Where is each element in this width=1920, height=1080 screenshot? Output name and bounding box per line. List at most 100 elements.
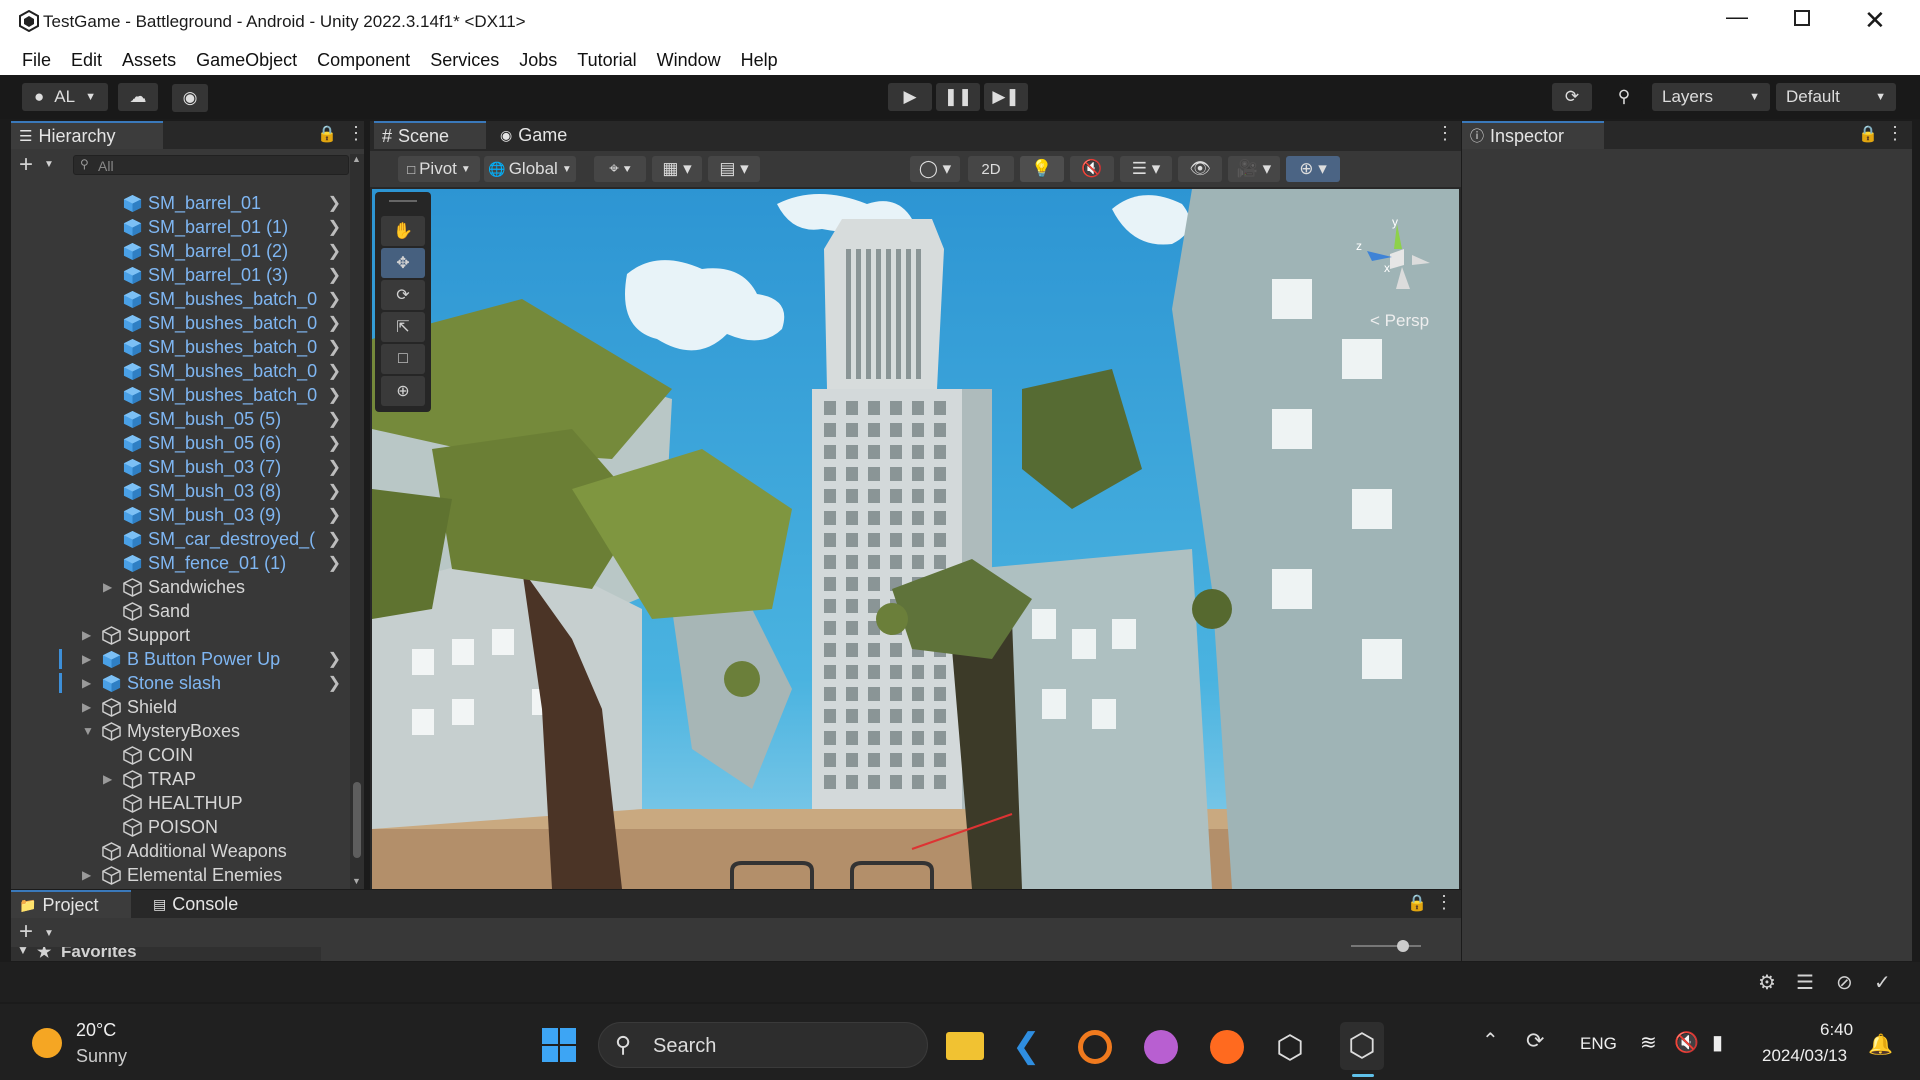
weather-temp[interactable]: 20°C — [76, 1020, 116, 1041]
chevron-right-icon[interactable]: ❯ — [328, 361, 341, 381]
hierarchy-item[interactable]: SM_bushes_batch_0 ❯ — [11, 359, 351, 383]
chevron-right-icon[interactable]: ❯ — [328, 529, 341, 549]
tab-hierarchy[interactable]: ☰ Hierarchy — [11, 121, 163, 149]
chevron-right-icon[interactable]: ❯ — [328, 313, 341, 333]
maximize-button[interactable] — [1794, 10, 1810, 26]
2d-toggle[interactable]: 2D — [968, 156, 1014, 182]
file-explorer-icon[interactable] — [946, 1032, 984, 1060]
fold-collapsed-icon[interactable]: ▶ — [82, 628, 91, 642]
close-button[interactable]: ✕ — [1864, 5, 1886, 36]
hierarchy-item[interactable]: ▶ TRAP — [11, 767, 351, 791]
chevron-right-icon[interactable]: ❯ — [328, 457, 341, 477]
hierarchy-item[interactable]: HEALTHUP — [11, 791, 351, 815]
hierarchy-item[interactable]: SM_bushes_batch_0 ❯ — [11, 287, 351, 311]
taskbar-search[interactable]: ⚲ Search — [598, 1022, 928, 1068]
fold-expanded-icon[interactable]: ▼ — [82, 724, 94, 738]
chevron-right-icon[interactable]: ❯ — [328, 673, 341, 693]
hand-tool-button[interactable]: ✋ — [381, 216, 425, 246]
scroll-thumb[interactable] — [353, 782, 361, 858]
increment-snap-button[interactable]: ▦ ▾ — [652, 156, 702, 182]
hierarchy-item[interactable]: SM_bush_03 (7) ❯ — [11, 455, 351, 479]
tab-project[interactable]: 📁 Project — [11, 890, 131, 918]
sync-icon[interactable]: ⟳ — [1526, 1028, 1544, 1054]
chevron-right-icon[interactable]: ❯ — [328, 433, 341, 453]
lock-icon[interactable]: 🔒 — [1858, 124, 1878, 144]
menu-file[interactable]: File — [12, 46, 61, 75]
history-button[interactable]: ⟳ — [1552, 83, 1592, 111]
more-icon[interactable]: ⋮ — [1886, 123, 1904, 144]
fold-collapsed-icon[interactable]: ▶ — [82, 652, 91, 666]
notification-bell-icon[interactable]: 🔔 — [1868, 1032, 1893, 1057]
clock-time[interactable]: 6:40 — [1820, 1020, 1853, 1040]
hierarchy-item[interactable]: SM_bush_03 (8) ❯ — [11, 479, 351, 503]
hierarchy-item[interactable]: SM_barrel_01 (1) ❯ — [11, 215, 351, 239]
tab-inspector[interactable]: ⓘ Inspector — [1462, 121, 1604, 149]
add-icon[interactable]: + — [19, 151, 33, 179]
grid-snap-button[interactable]: ⌖ ▾ — [594, 156, 646, 182]
hierarchy-item[interactable]: SM_bush_05 (6) ❯ — [11, 431, 351, 455]
add-icon[interactable]: + — [19, 918, 33, 946]
scrollbar[interactable]: ▲ ▼ — [350, 154, 364, 889]
chevron-right-icon[interactable]: ❯ — [328, 481, 341, 501]
drag-handle[interactable] — [389, 200, 417, 202]
hierarchy-item[interactable]: SM_car_destroyed_(❯ — [11, 527, 351, 551]
favorites-header[interactable]: ▼ ★ Favorites — [11, 947, 321, 961]
scene-viewport[interactable]: y z x < Persp — [372, 189, 1459, 889]
move-tool-button[interactable]: ✥ — [381, 248, 425, 278]
chevron-right-icon[interactable]: ❯ — [328, 337, 341, 357]
tab-console[interactable]: ▤ Console — [145, 890, 265, 918]
tab-game[interactable]: ◉ Game — [492, 121, 592, 149]
language-indicator[interactable]: ENG — [1580, 1034, 1617, 1054]
unity-editor-icon[interactable]: ⬡ — [1340, 1022, 1384, 1070]
visibility-toggle[interactable]: 👁 — [1178, 156, 1222, 182]
hierarchy-item[interactable]: SM_bush_03 (9) ❯ — [11, 503, 351, 527]
hierarchy-item[interactable]: SM_bushes_batch_0 ❯ — [11, 383, 351, 407]
rotate-tool-button[interactable]: ⟳ — [381, 280, 425, 310]
tab-scene[interactable]: # Scene — [374, 121, 486, 149]
lock-icon[interactable]: 🔒 — [1407, 893, 1427, 913]
hierarchy-item[interactable]: SM_fence_01 (1) ❯ — [11, 551, 351, 575]
effects-dropdown[interactable]: ☰ ▾ — [1120, 156, 1172, 182]
hierarchy-item[interactable]: COIN — [11, 743, 351, 767]
chevron-right-icon[interactable]: ❯ — [328, 649, 341, 669]
hierarchy-item[interactable]: ▶ Shield — [11, 695, 351, 719]
chevron-right-icon[interactable]: ❯ — [328, 265, 341, 285]
more-icon[interactable]: ⋮ — [1436, 123, 1454, 144]
persp-label[interactable]: < Persp — [1370, 311, 1429, 331]
menu-services[interactable]: Services — [420, 46, 509, 75]
hierarchy-item[interactable]: Additional Weapons — [11, 839, 351, 863]
more-icon[interactable]: ⋮ — [347, 123, 365, 144]
hierarchy-item[interactable]: SM_barrel_01 (2) ❯ — [11, 239, 351, 263]
search-button[interactable]: ⚲ — [1604, 83, 1644, 111]
menu-window[interactable]: Window — [647, 46, 731, 75]
hierarchy-item[interactable]: SM_barrel_01 (3) ❯ — [11, 263, 351, 287]
account-button[interactable]: ● AL ▼ — [22, 83, 108, 111]
menu-assets[interactable]: Assets — [112, 46, 186, 75]
chevron-right-icon[interactable]: ❯ — [328, 241, 341, 261]
chevron-right-icon[interactable]: ❯ — [328, 289, 341, 309]
chevron-right-icon[interactable]: ❯ — [328, 193, 341, 213]
minimize-button[interactable]: — — [1726, 4, 1748, 30]
cloud-button[interactable]: ☁ — [118, 83, 158, 111]
wifi-icon[interactable]: ≋ — [1640, 1030, 1657, 1055]
transform-tool-button[interactable]: ⊕ — [381, 376, 425, 406]
ruler-button[interactable]: ▤ ▾ — [708, 156, 760, 182]
battery-icon[interactable]: ▮ — [1712, 1030, 1723, 1055]
fold-collapsed-icon[interactable]: ▶ — [103, 772, 112, 786]
layout-dropdown[interactable]: Default ▼ — [1776, 83, 1896, 111]
chevron-right-icon[interactable]: ❯ — [328, 553, 341, 573]
chevron-right-icon[interactable]: ❯ — [328, 217, 341, 237]
chevron-right-icon[interactable]: ❯ — [328, 385, 341, 405]
clock-date[interactable]: 2024/03/13 — [1762, 1046, 1847, 1066]
chevron-down-icon[interactable]: ▼ — [44, 159, 54, 170]
menu-help[interactable]: Help — [731, 46, 788, 75]
zoom-slider-thumb[interactable] — [1397, 940, 1409, 952]
weather-desc[interactable]: Sunny — [76, 1046, 127, 1067]
lock-icon[interactable]: 🔒 — [317, 124, 337, 144]
chevron-right-icon[interactable]: ❯ — [328, 409, 341, 429]
menu-edit[interactable]: Edit — [61, 46, 112, 75]
search-input[interactable]: ⚲ All — [73, 155, 349, 175]
scale-tool-button[interactable]: ⇱ — [381, 312, 425, 342]
chevron-right-icon[interactable]: ❯ — [328, 505, 341, 525]
hierarchy-item[interactable]: ▶ Sandwiches — [11, 575, 351, 599]
